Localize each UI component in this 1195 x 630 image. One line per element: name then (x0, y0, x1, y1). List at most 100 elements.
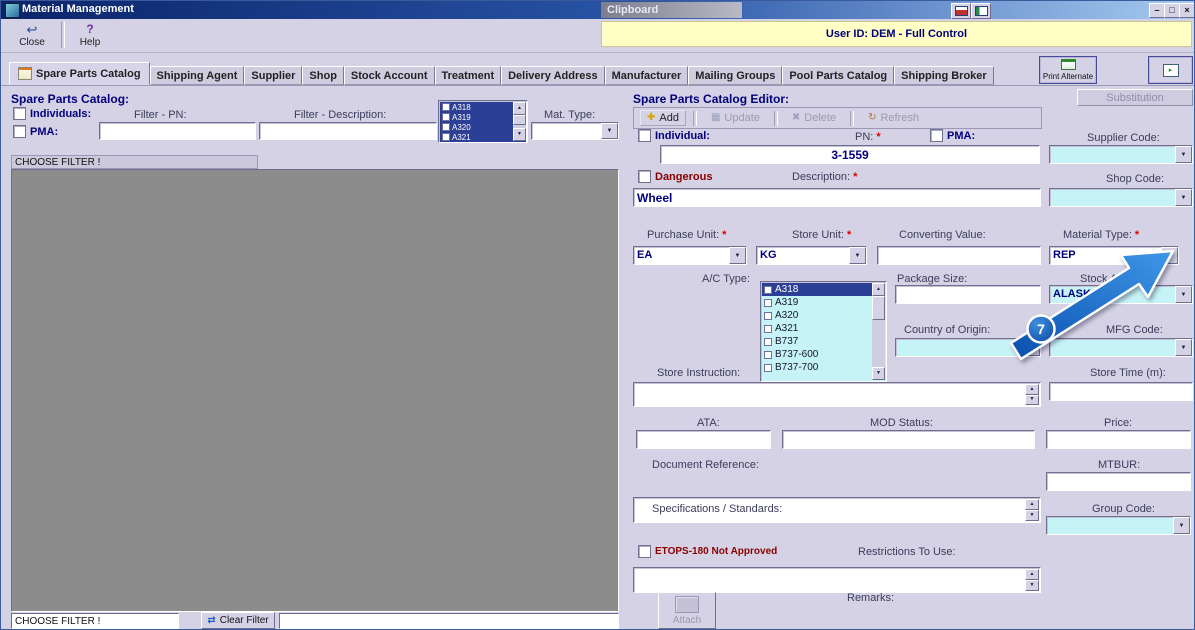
dropdown-arrow-icon[interactable]: ▼ (849, 247, 866, 264)
tab-delivery-address[interactable]: Delivery Address (501, 66, 605, 85)
dropdown-arrow-icon[interactable]: ▼ (1173, 517, 1190, 534)
refresh-button[interactable]: ↻ Refresh (861, 110, 926, 126)
item-checkbox[interactable] (442, 113, 450, 121)
item-checkbox[interactable] (764, 311, 772, 320)
item-checkbox[interactable] (764, 298, 772, 307)
clipboard-window-titlebar[interactable]: Clipboard (601, 2, 742, 18)
filter-description-input[interactable] (259, 122, 437, 140)
material-type-select[interactable]: REP ▼ (1049, 246, 1179, 265)
filter-pn-input[interactable] (99, 122, 256, 140)
spin-down-icon[interactable]: ▼ (1025, 580, 1039, 591)
specifications-field[interactable]: ▲ ▼ (633, 567, 1041, 593)
dropdown-arrow-icon[interactable]: ▼ (1023, 339, 1040, 356)
spin-control[interactable]: ▲ ▼ (1025, 569, 1039, 591)
mod-status-input[interactable] (782, 430, 1035, 449)
titlebar-tool-button-2[interactable] (971, 3, 991, 19)
tab-shipping-agent[interactable]: Shipping Agent (149, 66, 245, 85)
spin-up-icon[interactable]: ▲ (1025, 384, 1039, 395)
print-alternate-button[interactable]: Print Alternate (1039, 56, 1097, 84)
scroll-down-icon[interactable]: ▼ (513, 128, 526, 141)
tab-stock-account[interactable]: Stock Account (343, 66, 435, 85)
scroll-thumb[interactable] (513, 115, 526, 125)
pma-filter-checkbox[interactable] (13, 125, 26, 138)
filter-aircraft-list[interactable]: A318 A319 A320 A321 ▲ ▼ (438, 100, 528, 143)
package-size-input[interactable] (895, 285, 1041, 304)
restore-button[interactable]: □ (1164, 3, 1180, 18)
dropdown-arrow-icon[interactable]: ▼ (1161, 247, 1178, 264)
dangerous-checkbox[interactable] (638, 170, 651, 183)
spin-control[interactable]: ▲ ▼ (1025, 499, 1039, 521)
dropdown-arrow-icon[interactable]: ▼ (1175, 286, 1192, 303)
pma-checkbox[interactable] (930, 129, 943, 142)
description-input[interactable] (633, 188, 1041, 207)
mtbur-input[interactable] (1046, 472, 1191, 491)
add-button[interactable]: ✚ Add (640, 110, 686, 126)
scroll-up-icon[interactable]: ▲ (513, 102, 526, 115)
item-checkbox[interactable] (764, 350, 772, 359)
ac-type-item[interactable]: A321 (762, 322, 885, 335)
spin-up-icon[interactable]: ▲ (1025, 499, 1039, 510)
dropdown-arrow-icon[interactable]: ▼ (1175, 189, 1192, 206)
list-scrollbar[interactable]: ▲ ▼ (513, 102, 526, 141)
store-instruction-field[interactable]: ▲ ▼ (633, 382, 1041, 407)
scroll-up-icon[interactable]: ▲ (872, 283, 885, 296)
country-of-origin-select[interactable]: ▼ (895, 338, 1041, 357)
ata-input[interactable] (636, 430, 771, 449)
mfg-code-select[interactable]: ▼ (1049, 338, 1193, 357)
dropdown-arrow-icon[interactable]: ▼ (729, 247, 746, 264)
individual-checkbox[interactable] (638, 129, 651, 142)
item-checkbox[interactable] (442, 103, 450, 111)
item-checkbox[interactable] (764, 324, 772, 333)
tab-treatment[interactable]: Treatment (434, 66, 502, 85)
tab-pool-parts-catalog[interactable]: Pool Parts Catalog (782, 66, 895, 85)
item-checkbox[interactable] (442, 123, 450, 131)
titlebar-tool-button-1[interactable] (951, 3, 971, 19)
update-button[interactable]: ▦ Update (704, 110, 767, 126)
dropdown-arrow-icon[interactable]: ▼ (1175, 339, 1192, 356)
supplier-code-select[interactable]: ▼ (1049, 145, 1193, 164)
group-code-select[interactable]: ▼ (1046, 516, 1191, 535)
spin-down-icon[interactable]: ▼ (1025, 394, 1039, 405)
tab-supplier[interactable]: Supplier (244, 66, 303, 85)
help-button[interactable]: ? Help (67, 21, 113, 49)
individuals-checkbox[interactable] (13, 107, 26, 120)
ac-type-item[interactable]: B737 (762, 335, 885, 348)
spin-up-icon[interactable]: ▲ (1025, 569, 1039, 580)
tab-shop[interactable]: Shop (302, 66, 344, 85)
dropdown-arrow-icon[interactable]: ▼ (601, 123, 618, 139)
shop-code-select[interactable]: ▼ (1049, 188, 1193, 207)
pn-input[interactable] (660, 145, 1040, 164)
store-unit-select[interactable]: KG ▼ (756, 246, 867, 265)
scroll-thumb[interactable] (872, 296, 885, 320)
mat-type-select[interactable]: ▼ (531, 122, 619, 140)
screen-export-button[interactable]: ▸ (1148, 56, 1193, 84)
tab-mailing-groups[interactable]: Mailing Groups (688, 66, 783, 85)
clear-filter-button[interactable]: ⇄ Clear Filter (201, 612, 275, 629)
converting-value-input[interactable] (877, 246, 1041, 265)
ac-type-list[interactable]: A318 A319 A320 A321 B737 B737-600 B737-7… (760, 281, 887, 382)
item-checkbox[interactable] (764, 363, 772, 372)
substitution-tab[interactable]: Substitution (1077, 89, 1193, 106)
spin-control[interactable]: ▲ ▼ (1025, 384, 1039, 405)
etops-checkbox[interactable] (638, 545, 651, 558)
tab-manufacturer[interactable]: Manufacturer (604, 66, 689, 85)
ac-type-item[interactable]: A319 (762, 296, 885, 309)
ac-type-item[interactable]: A318 (762, 283, 885, 296)
item-checkbox[interactable] (764, 285, 772, 294)
dropdown-arrow-icon[interactable]: ▼ (1175, 146, 1192, 163)
ac-type-item[interactable]: B737-700 (762, 361, 885, 374)
list-scrollbar[interactable]: ▲ ▼ (872, 283, 885, 380)
attach-button[interactable]: Attach (658, 592, 716, 629)
tab-shipping-broker[interactable]: Shipping Broker (894, 66, 994, 85)
scroll-down-icon[interactable]: ▼ (872, 367, 885, 380)
delete-button[interactable]: ✖ Delete (785, 110, 843, 126)
item-checkbox[interactable] (764, 337, 772, 346)
ac-type-item[interactable]: A320 (762, 309, 885, 322)
item-checkbox[interactable] (442, 133, 450, 141)
price-input[interactable] (1046, 430, 1191, 449)
minimize-button[interactable]: – (1149, 3, 1165, 18)
close-window-button[interactable]: × (1179, 3, 1194, 18)
stock-account-select[interactable]: ALASKA-REP ▼ (1049, 285, 1193, 304)
spin-down-icon[interactable]: ▼ (1025, 510, 1039, 521)
close-button[interactable]: ↩ Close (9, 21, 55, 49)
